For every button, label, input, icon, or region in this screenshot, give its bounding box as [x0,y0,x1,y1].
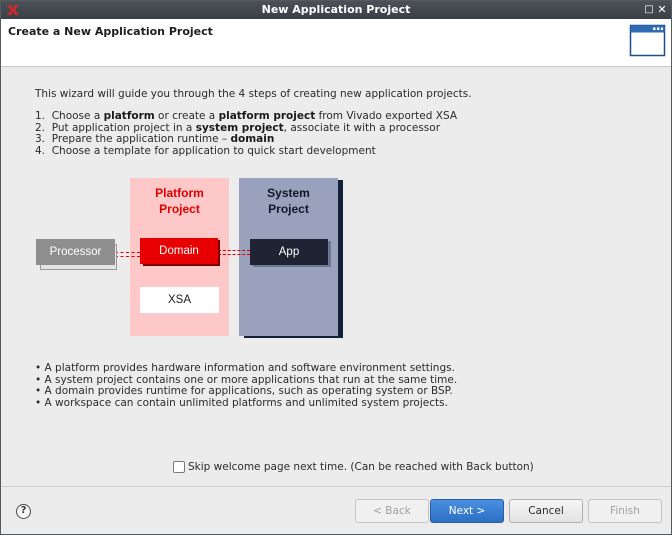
window-title: New Application Project [261,3,411,16]
back-button[interactable]: < Back [355,499,429,523]
page-title: Create a New Application Project [8,25,213,38]
platform-project-title: Platform Project [155,186,204,216]
xsa-block: XSA [140,287,219,313]
connector-line [218,250,250,251]
finish-button[interactable]: Finish [588,499,662,523]
next-button[interactable]: Next > [430,499,504,523]
wizard-content: This wizard will guide you through the 4… [1,68,671,484]
button-bar: ? < Back Next > Cancel Finish [1,486,671,534]
skip-welcome-checkbox[interactable] [173,461,185,473]
title-bar[interactable]: New Application Project □ ✕ [1,1,671,19]
note-item: • A platform provides hardware informati… [35,362,455,374]
help-icon[interactable]: ? [16,504,31,519]
processor-block: Processor [36,239,115,265]
intro-text: This wizard will guide you through the 4… [35,88,472,100]
domain-block: Domain [140,238,218,264]
wizard-header: Create a New Application Project [1,19,671,67]
notes-list: • A platform provides hardware informati… [35,362,457,410]
connector-line [218,254,250,255]
skip-welcome-label: Skip welcome page next time. (Can be rea… [188,461,534,473]
note-item: • A workspace can contain unlimited plat… [35,397,448,410]
steps-list: 1. Choose a platform or create a platfor… [35,110,457,158]
maximize-icon[interactable]: □ [642,2,656,17]
skip-welcome-option[interactable]: Skip welcome page next time. (Can be rea… [173,461,534,473]
system-project-title: System Project [267,186,310,216]
project-diagram: Platform Project System Project Processo… [35,178,345,343]
close-icon[interactable]: ✕ [655,2,669,17]
app-block: App [250,239,328,265]
dialog-window: New Application Project □ ✕ Create a New… [0,0,672,535]
cancel-button[interactable]: Cancel [509,499,583,523]
step-item: 4. Choose a template for application to … [35,145,376,158]
connector-line [115,256,140,257]
connector-line [115,252,140,253]
wizard-banner-icon [629,24,666,57]
